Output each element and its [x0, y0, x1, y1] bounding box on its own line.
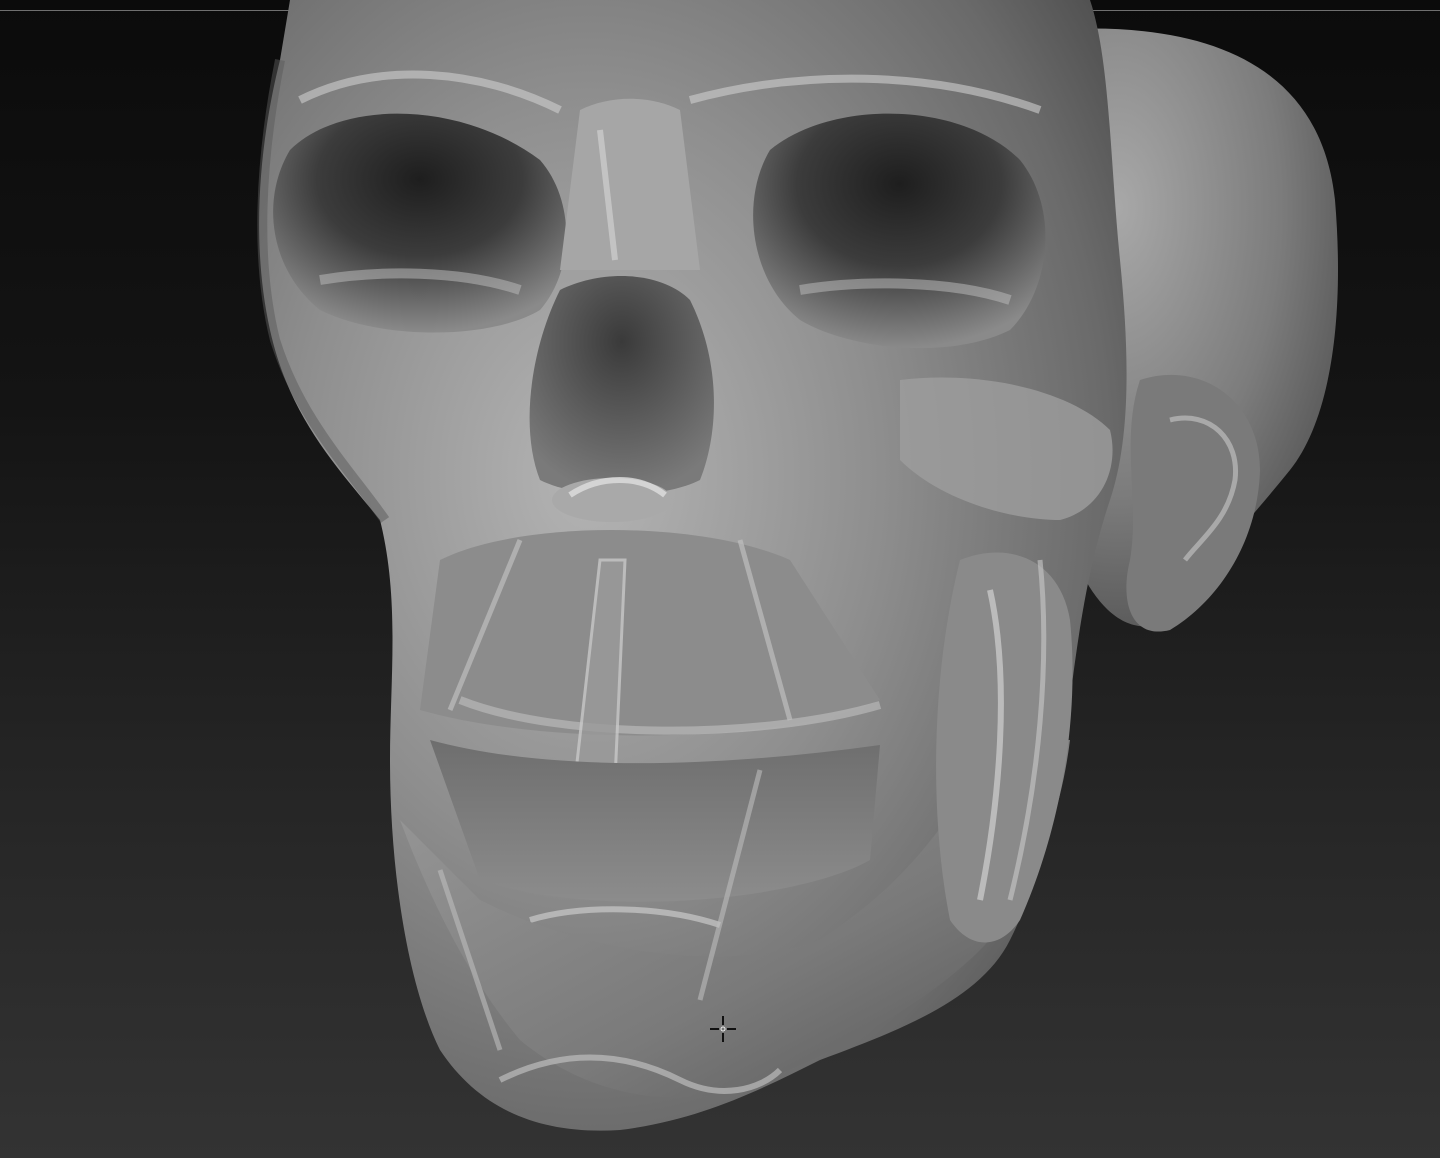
nasal-bridge	[560, 98, 700, 270]
right-eye-socket	[753, 113, 1046, 349]
mandible-ramus	[936, 552, 1073, 943]
mouth-opening	[430, 740, 880, 902]
skull-model[interactable]	[0, 0, 1440, 1158]
3d-viewport-canvas[interactable]	[0, 0, 1440, 1158]
nasal-cavity	[529, 276, 714, 495]
ear-lobe	[1126, 374, 1260, 632]
brush-crosshair-icon	[710, 1016, 736, 1042]
